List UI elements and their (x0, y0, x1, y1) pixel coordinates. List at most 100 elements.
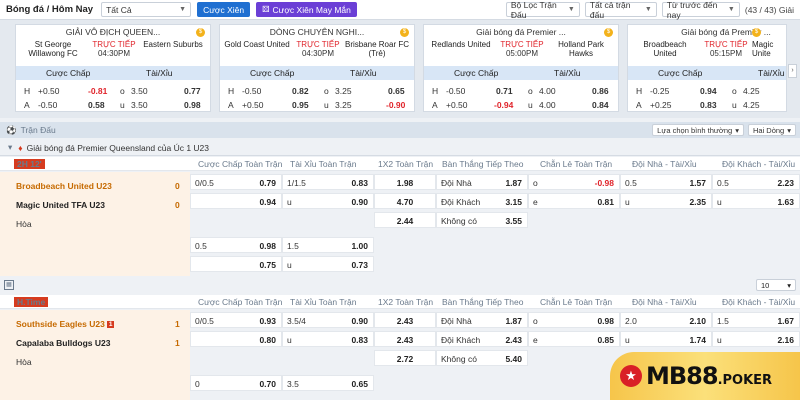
odds-cell[interactable]: 3.5 0.65 (282, 375, 374, 391)
ou-odds[interactable]: 0.84 (592, 100, 609, 110)
odds-value[interactable]: 0.80 (259, 335, 276, 345)
ou-odds[interactable]: 0.65 (388, 86, 405, 96)
featured-card[interactable]: GIẢI VÔ ĐỊCH QUEEN... $ St George Willaw… (15, 24, 211, 112)
card-odds-row[interactable]: H -0.25 0.94 o 4.25 (628, 84, 786, 98)
odds-cell[interactable]: 2.43 (374, 312, 436, 328)
odds-cell[interactable]: 0/0.5 0.93 (190, 312, 282, 328)
sort-select[interactable]: Từ trước đến nay ▼ (661, 0, 740, 20)
odds-value[interactable]: 1.87 (505, 178, 522, 188)
all-matches-select[interactable]: Tất cả trận đấu ▼ (584, 0, 657, 20)
odds-cell[interactable]: 2.44 (374, 212, 436, 228)
line-mode-select[interactable]: Hai Dòng ▾ (747, 124, 796, 136)
match-filter-select[interactable]: Bộ Lọc Trận Đấu ▼ (505, 0, 580, 20)
odds-value[interactable]: 0.85 (597, 335, 614, 345)
parlay-button[interactable]: Cược Xiên (197, 2, 251, 17)
odds-cell[interactable]: u 0.83 (282, 331, 374, 347)
odds-value[interactable]: 0.70 (259, 379, 276, 389)
odds-value[interactable]: 2.43 (397, 316, 414, 326)
view-mode-select[interactable]: Lựa chọn bình thường ▾ (652, 124, 744, 136)
handicap-odds[interactable]: 0.94 (700, 86, 717, 96)
handicap-odds[interactable]: 0.82 (292, 86, 309, 96)
featured-card[interactable]: Giải bóng đá Premier ... $ Redlands Unit… (423, 24, 619, 112)
ou-odds[interactable]: 0.98 (184, 100, 201, 110)
odds-cell[interactable]: 1.5 1.67 (712, 312, 800, 328)
card-odds-row[interactable]: H +0.50 -0.81 o 3.50 0.77 (16, 84, 210, 98)
odds-cell[interactable]: 1.5 1.00 (282, 237, 374, 253)
odds-cell[interactable]: u 2.35 (620, 193, 712, 209)
card-odds-row[interactable]: A +0.25 0.83 u 4.25 (628, 98, 786, 111)
odds-value[interactable]: 3.15 (505, 197, 522, 207)
odds-cell[interactable]: o -0.98 (528, 174, 620, 190)
handicap-odds[interactable]: -0.81 (88, 86, 107, 96)
odds-cell[interactable]: 1/1.5 0.83 (282, 174, 374, 190)
per-page-select[interactable]: 10 ▾ (756, 279, 796, 291)
odds-cell[interactable]: 0 0.70 (190, 375, 282, 391)
handicap-odds[interactable]: 0.83 (700, 100, 717, 110)
odds-value[interactable]: 1.57 (689, 178, 706, 188)
featured-card[interactable]: Giải bóng đá Premier ... $ Broadbeach Un… (627, 24, 787, 112)
odds-value[interactable]: 0.79 (259, 178, 276, 188)
odds-value[interactable]: 0.98 (259, 241, 276, 251)
odds-value[interactable]: 5.40 (505, 354, 522, 364)
odds-value[interactable]: 2.43 (505, 335, 522, 345)
odds-value[interactable]: 0.93 (259, 316, 276, 326)
odds-value[interactable]: 2.44 (397, 216, 414, 226)
handicap-odds[interactable]: 0.58 (88, 100, 105, 110)
odds-value[interactable]: 0.83 (351, 178, 368, 188)
odds-cell[interactable]: Đội Khách 3.15 (436, 193, 528, 209)
odds-value[interactable]: 2.10 (689, 316, 706, 326)
collapse-chevron-icon[interactable]: ▾ (8, 142, 12, 153)
odds-value[interactable]: 0.65 (351, 379, 368, 389)
odds-cell[interactable]: 2.0 2.10 (620, 312, 712, 328)
odds-cell[interactable]: e 0.81 (528, 193, 620, 209)
card-odds-row[interactable]: H -0.50 0.71 o 4.00 0.86 (424, 84, 618, 98)
odds-value[interactable]: 1.98 (397, 178, 414, 188)
odds-cell[interactable]: 0.5 2.23 (712, 174, 800, 190)
league-header[interactable]: ▾ ♦ Giải bóng đá Premier Queensland của … (0, 140, 800, 156)
odds-cell[interactable]: 0/0.5 0.79 (190, 174, 282, 190)
odds-cell[interactable]: e 0.85 (528, 331, 620, 347)
odds-cell[interactable]: Không có 5.40 (436, 350, 528, 366)
odds-cell[interactable]: 0.80 (190, 331, 282, 347)
odds-cell[interactable]: 0.75 (190, 256, 282, 272)
odds-value[interactable]: 0.90 (351, 197, 368, 207)
filter-all-select[interactable]: Tất Cả ▼ (101, 2, 192, 17)
card-odds-row[interactable]: A -0.50 0.58 u 3.50 0.98 (16, 98, 210, 112)
odds-value[interactable]: 1.00 (351, 241, 368, 251)
featured-card[interactable]: DÒNG CHUYÊN NGHI... $ Gold Coast United … (219, 24, 415, 112)
handicap-odds[interactable]: 0.71 (496, 86, 513, 96)
odds-value[interactable]: 0.98 (597, 316, 614, 326)
odds-cell[interactable]: u 2.16 (712, 331, 800, 347)
lucky-parlay-button[interactable]: ⚄ Cược Xiên May Mắn (256, 2, 357, 17)
odds-value[interactable]: -0.98 (595, 178, 614, 188)
odds-value[interactable]: 0.73 (351, 260, 368, 270)
odds-cell[interactable]: u 1.63 (712, 193, 800, 209)
odds-cell[interactable]: 1.98 (374, 174, 436, 190)
odds-value[interactable]: 2.43 (397, 335, 414, 345)
odds-cell[interactable]: 0.5 1.57 (620, 174, 712, 190)
odds-cell[interactable]: u 0.90 (282, 193, 374, 209)
next-cards-arrow[interactable]: › (788, 64, 797, 78)
odds-cell[interactable]: o 0.98 (528, 312, 620, 328)
grid-icon[interactable]: ▦ (4, 280, 14, 290)
odds-value[interactable]: 2.16 (777, 335, 794, 345)
ou-odds[interactable]: 0.86 (592, 86, 609, 96)
handicap-odds[interactable]: 0.95 (292, 100, 309, 110)
card-odds-row[interactable]: A +0.50 -0.94 u 4.00 0.84 (424, 98, 618, 112)
odds-cell[interactable]: Đội Khách 2.43 (436, 331, 528, 347)
odds-cell[interactable]: 0.94 (190, 193, 282, 209)
handicap-odds[interactable]: -0.94 (494, 100, 513, 110)
odds-value[interactable]: 1.87 (505, 316, 522, 326)
odds-cell[interactable]: Đội Nhà 1.87 (436, 312, 528, 328)
odds-cell[interactable]: Không có 3.55 (436, 212, 528, 228)
odds-cell[interactable]: 3.5/4 0.90 (282, 312, 374, 328)
ou-odds[interactable]: 0.77 (184, 86, 201, 96)
odds-value[interactable]: 4.70 (397, 197, 414, 207)
odds-value[interactable]: 3.55 (505, 216, 522, 226)
odds-cell[interactable]: u 1.74 (620, 331, 712, 347)
odds-cell[interactable]: 4.70 (374, 193, 436, 209)
card-odds-row[interactable]: H -0.50 0.82 o 3.25 0.65 (220, 84, 414, 98)
odds-value[interactable]: 0.81 (597, 197, 614, 207)
odds-value[interactable]: 0.83 (351, 335, 368, 345)
odds-value[interactable]: 0.90 (351, 316, 368, 326)
